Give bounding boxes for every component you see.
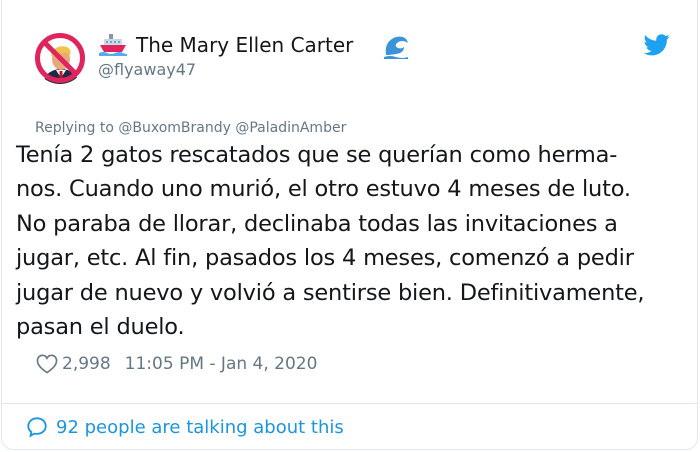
divider [2,403,697,404]
no-sign-avatar-icon [34,32,86,84]
handle[interactable]: @flyaway47 [98,60,196,79]
display-name[interactable]: The Mary Ellen Carter [136,33,353,57]
wave-icon [384,36,408,59]
timestamp[interactable]: 11:05 PM - Jan 4, 2020 [125,354,318,374]
speech-bubble-icon [27,417,47,438]
tweet-text: Tenía 2 gatos rescatados que se querían … [16,142,645,341]
avatar[interactable] [34,32,86,84]
talking-text: 92 people are talking about this [56,416,344,438]
talking-link[interactable]: 92 people are talking about this [26,414,344,440]
like-count[interactable]: 2,998 [62,354,111,374]
ship-icon [99,34,127,56]
tweet-card: The Mary Ellen Carter @flyaway47 Replyin… [1,0,698,450]
tweet-meta: 2,998 11:05 PM - Jan 4, 2020 [36,352,317,376]
twitter-bird-icon[interactable] [644,34,670,56]
heart-icon[interactable] [36,354,58,374]
replying-to[interactable]: Replying to @BuxomBrandy @PaladinAmber [35,120,346,136]
